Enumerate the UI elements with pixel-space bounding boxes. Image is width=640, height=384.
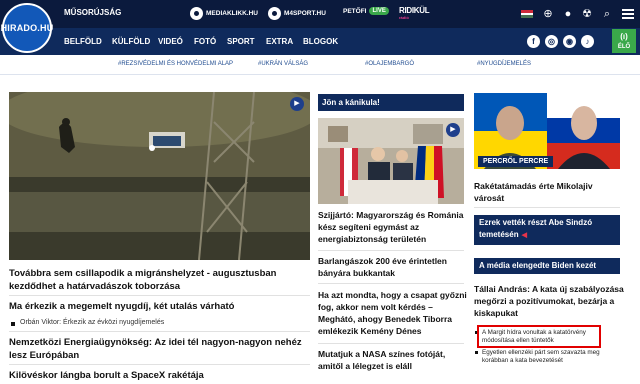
headline-nyugdij[interactable]: Ma érkezik a megemelt nyugdíj, két utalá… [9, 300, 304, 313]
headline-spacex[interactable]: Kilövéskor lángba borult a SpaceX rakétá… [9, 369, 304, 382]
divider [474, 207, 620, 208]
site-logo[interactable]: HIRADO.HU [1, 3, 53, 53]
globe-icon[interactable]: ⊕ [542, 8, 554, 20]
headline-energiaugynokseg[interactable]: Nemzetközi Energiaügynökség: Az idei tél… [9, 336, 304, 362]
headline-tallai-kata[interactable]: Tállai András: A kata új szabályozása me… [474, 283, 624, 319]
percrol-percre-badge[interactable]: PERCRŐL PERCRE [478, 156, 554, 167]
hungarian-flag-icon[interactable] [521, 10, 533, 18]
headline-migranshelyzet[interactable]: Továbbra sem csillapodik a migránshelyze… [9, 267, 304, 293]
petofi-link[interactable]: PETŐFI LIVE [343, 7, 389, 15]
nav-foto[interactable]: FOTÓ [194, 37, 216, 46]
radiation-icon[interactable]: ☢ [581, 8, 593, 20]
nav-extra[interactable]: EXTRA [266, 37, 293, 46]
headline-barlangaszok[interactable]: Barlangászok 200 éve érintetlen bányára … [318, 255, 468, 279]
szijjarto-meeting-image[interactable]: ▶ [318, 118, 464, 204]
sub-link-kata-ellenzek[interactable]: Egyetlen ellenzéki párt sem szavazta meg… [475, 349, 608, 365]
divider [9, 295, 310, 296]
musorujsag-link[interactable]: MŰSORÚJSÁG [64, 8, 121, 17]
meeting-photo [318, 118, 464, 204]
border-fence-night-scene [9, 92, 310, 260]
circle-icon[interactable]: ● [562, 8, 574, 20]
highlight-box [477, 325, 601, 348]
divider [318, 250, 464, 251]
divider [9, 364, 310, 365]
m4sport-logo-icon [268, 7, 281, 20]
instagram-icon[interactable]: ◉ [563, 35, 576, 48]
arrow-icon: ◀ [521, 232, 527, 239]
play-icon[interactable]: ▶ [290, 97, 304, 111]
sub-link-orban-nyugdij[interactable]: Orbán Viktor: Érkezik az évközi nyugdíje… [10, 319, 164, 326]
tag-rezsivedelmi[interactable]: #REZSIVÉDELMI ÉS HONVÉDELMI ALAP [118, 61, 233, 67]
headline-nasa[interactable]: Mutatjuk a NASA színes fotóját, amitől a… [318, 348, 468, 372]
nav-kulfold[interactable]: KÜLFÖLD [112, 37, 150, 46]
facebook-icon[interactable]: f [527, 35, 540, 48]
divider [9, 331, 310, 332]
nav-belfold[interactable]: BELFÖLD [64, 37, 102, 46]
divider [318, 343, 464, 344]
hero-video-image[interactable]: ▶ [9, 92, 310, 260]
menu-icon[interactable] [622, 9, 634, 19]
ridikul-link[interactable]: RIDIKÜL rádió [399, 6, 430, 20]
play-icon[interactable]: ▶ [446, 123, 460, 137]
tag-nyugdijemeles[interactable]: #NYUGDÍJEMELÉS [477, 61, 531, 67]
section-header-kanikula[interactable]: Jön a kánikula! [318, 94, 464, 111]
live-badge: LIVE [369, 7, 389, 15]
mediaklikk-logo-icon [190, 7, 203, 20]
box-abe-sindzo[interactable]: Ezrek vették részt Abe Sindzó temetésén ◀ [474, 215, 620, 245]
divider [318, 283, 464, 284]
m4sport-link[interactable]: M4SPORT.HU [268, 7, 326, 20]
tiktok-icon[interactable]: ♪ [581, 35, 594, 48]
tags-bar [0, 55, 640, 75]
box-media-biden[interactable]: A média elengedte Biden kezét [474, 258, 620, 274]
nav-sport[interactable]: SPORT [227, 37, 255, 46]
search-icon[interactable]: ⌕ [601, 8, 613, 20]
headline-benedek-tibor[interactable]: Ha azt mondta, hogy a csapat győzni fog,… [318, 289, 468, 337]
mediaklikk-link[interactable]: MEDIAKLIKK.HU [190, 7, 258, 20]
nav-video[interactable]: VIDEÓ [158, 37, 183, 46]
nav-blogok[interactable]: BLOGOK [303, 37, 338, 46]
headline-szijjarto[interactable]: Szijjártó: Magyarország és Románia kész … [318, 209, 468, 245]
youtube-icon[interactable]: ◎ [545, 35, 558, 48]
elo-live-button[interactable]: ÉLŐ [612, 29, 636, 53]
tag-ukran-valsag[interactable]: #UKRÁN VÁLSÁG [258, 61, 308, 67]
tag-olajembargo[interactable]: #OLAJEMBARGÓ [365, 61, 414, 67]
headline-mikolajiv[interactable]: Rakétatámadás érte Mikolajiv városát [474, 180, 624, 204]
